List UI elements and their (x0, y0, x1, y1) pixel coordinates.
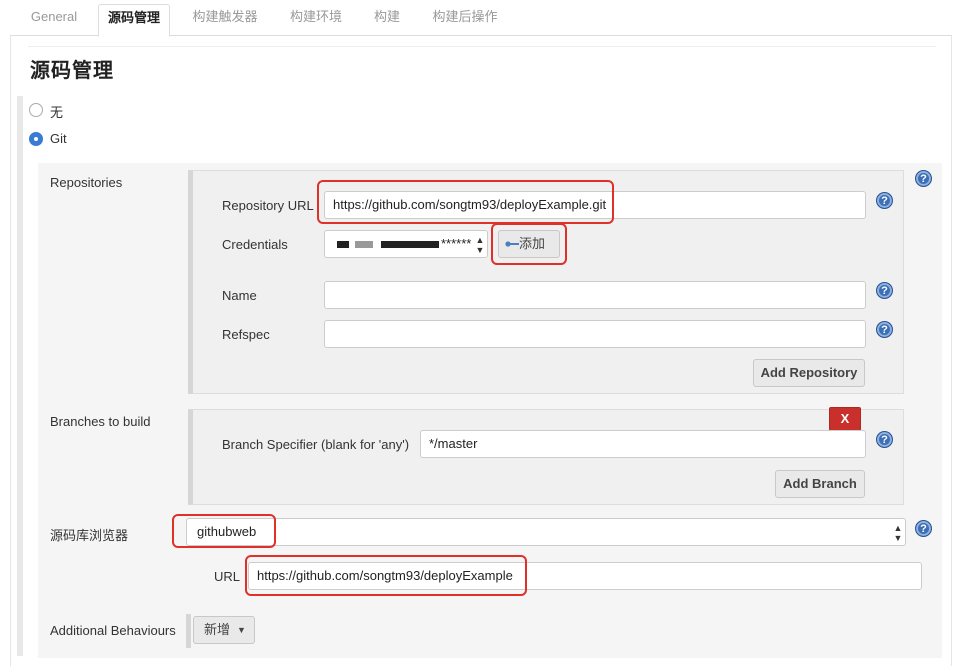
radio-none-label: 无 (50, 105, 64, 120)
tab-build-environment[interactable]: 构建环境 (280, 4, 352, 36)
tab-build[interactable]: 构建 (364, 4, 410, 36)
section-divider (28, 46, 936, 47)
credentials-masked-text (355, 241, 373, 248)
credentials-masked-suffix: ****** (441, 236, 472, 251)
section-indent-bar (17, 96, 23, 656)
additional-behaviours-bar (186, 614, 191, 648)
browser-url-label: URL (214, 569, 241, 584)
radio-git[interactable] (29, 132, 43, 146)
radio-none[interactable] (29, 103, 43, 117)
repositories-label: Repositories (50, 175, 123, 190)
caret-down-icon: ▼ (237, 625, 246, 635)
tab-post-build[interactable]: 构建后操作 (422, 4, 508, 36)
credentials-select[interactable]: ****** ▲ ▼ (324, 230, 488, 258)
branch-specifier-help-icon[interactable]: ? (876, 431, 893, 448)
name-label: Name (222, 288, 257, 303)
additional-behaviours-label: Additional Behaviours (50, 623, 176, 638)
repository-browser-select[interactable]: githubweb ▲ ▼ (186, 518, 906, 546)
refspec-input[interactable] (324, 320, 866, 348)
credentials-label: Credentials (222, 237, 288, 252)
delete-branch-button[interactable]: X (829, 407, 861, 431)
tab-general[interactable]: General (18, 4, 90, 36)
repositories-help-icon[interactable]: ? (915, 170, 932, 187)
select-arrows-icon: ▲ ▼ (475, 235, 485, 255)
tab-build-triggers[interactable]: 构建触发器 (182, 4, 268, 36)
branch-specifier-label: Branch Specifier (blank for 'any') (222, 437, 410, 452)
branch-specifier-input[interactable]: */master (420, 430, 866, 458)
refspec-help-icon[interactable]: ? (876, 321, 893, 338)
add-behaviour-label: 新增 (204, 622, 231, 637)
name-input[interactable] (324, 281, 866, 309)
tab-source-management[interactable]: 源码管理 (98, 4, 170, 37)
highlight-browser-url (245, 555, 527, 596)
repository-browser-help-icon[interactable]: ? (915, 520, 932, 537)
select-arrows-icon: ▲ ▼ (893, 523, 903, 543)
highlight-add-credentials (491, 223, 567, 265)
add-behaviour-button[interactable]: 新增 ▼ (193, 616, 255, 644)
repository-url-help-icon[interactable]: ? (876, 192, 893, 209)
name-help-icon[interactable]: ? (876, 282, 893, 299)
repository-browser-label: 源码库浏览器 (50, 528, 129, 543)
radio-git-label: Git (50, 131, 67, 146)
add-branch-button[interactable]: Add Branch (775, 470, 865, 498)
section-title: 源码管理 (30, 60, 114, 82)
refspec-label: Refspec (222, 327, 270, 342)
add-repository-button[interactable]: Add Repository (753, 359, 865, 387)
highlight-repository-url (317, 180, 614, 224)
credentials-masked-text (381, 241, 439, 248)
branches-label: Branches to build (50, 414, 151, 429)
repository-url-label: Repository URL (222, 198, 314, 213)
highlight-repository-browser (172, 514, 276, 548)
credentials-masked-text (337, 241, 349, 248)
